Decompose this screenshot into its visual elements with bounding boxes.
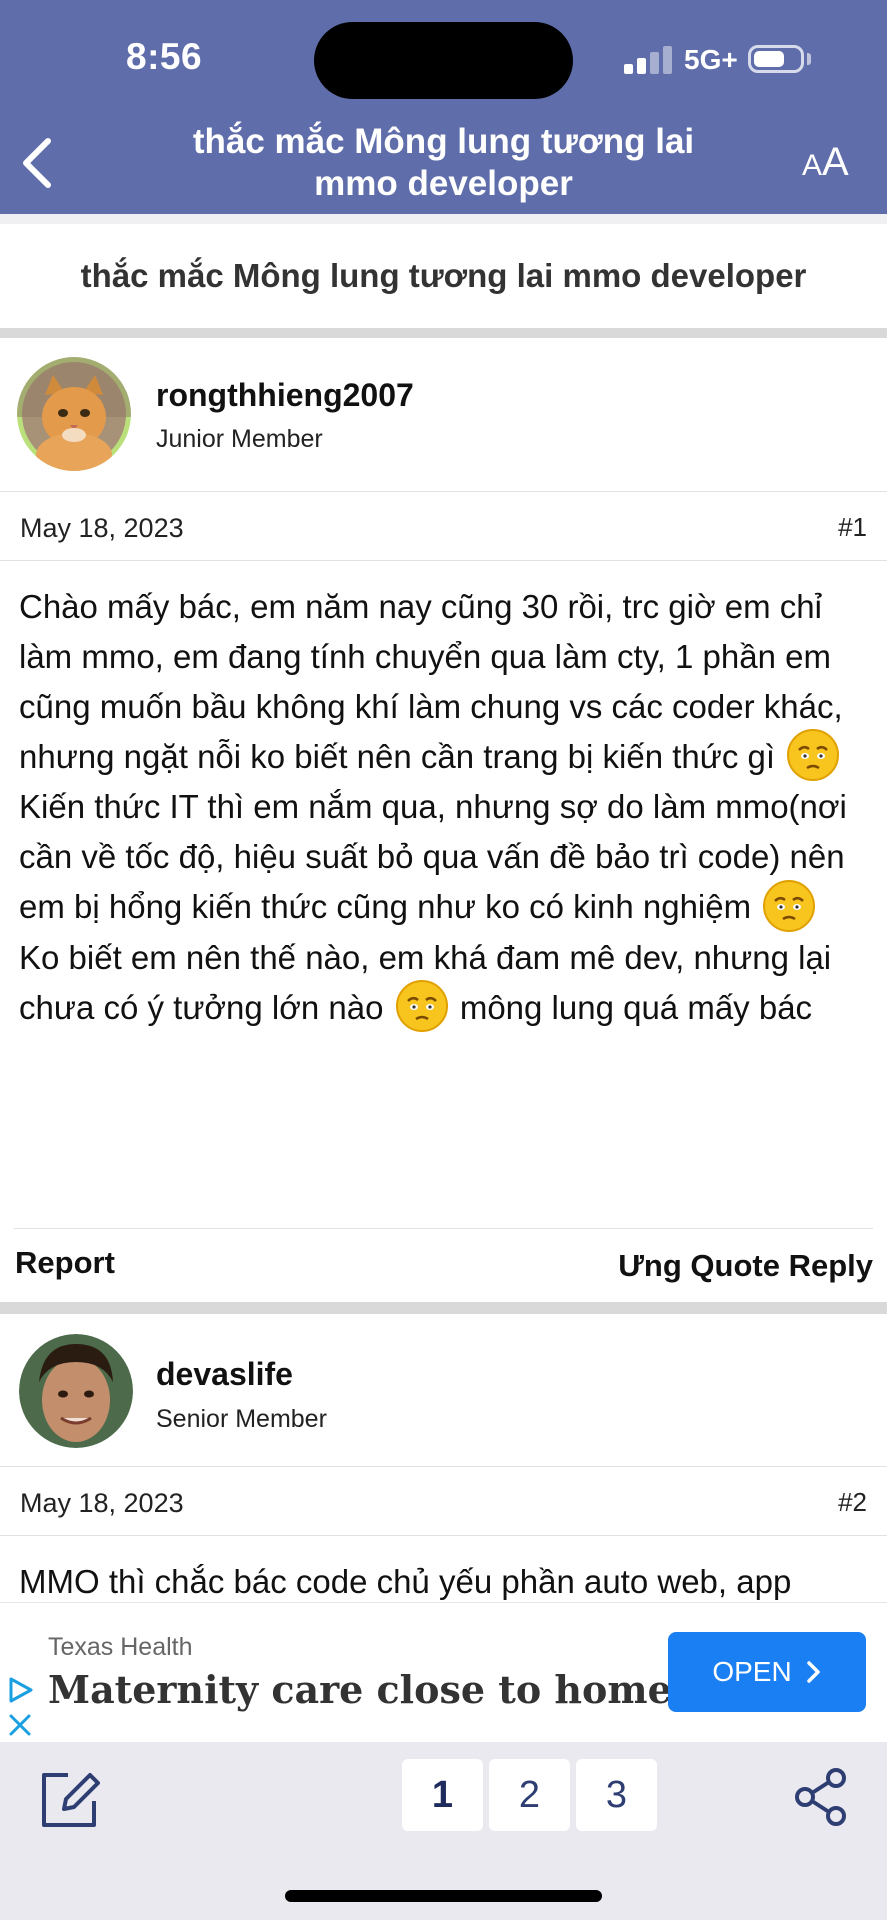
post-text: Chào mấy bác, em năm nay cũng 30 rồi, tr… xyxy=(19,588,843,775)
divider xyxy=(0,1302,887,1314)
ad-sponsor: Texas Health xyxy=(48,1633,193,1661)
share-icon[interactable] xyxy=(793,1766,849,1828)
dynamic-island xyxy=(314,22,573,99)
page-button-3[interactable]: 3 xyxy=(576,1759,657,1831)
like-quote-reply-buttons[interactable]: Ưng Quote Reply xyxy=(618,1248,873,1284)
post-text: Kiến thức IT thì em nắm qua, nhưng sợ do… xyxy=(19,788,847,926)
back-chevron-icon[interactable] xyxy=(14,133,64,193)
header-title: thắc mắc Mông lung tương lai mmo develop… xyxy=(192,122,695,203)
emoji-worried-icon xyxy=(787,729,840,782)
post-paragraph: Chào mấy bác, em năm nay cũng 30 rồi, tr… xyxy=(19,582,871,782)
app-header: 8:56 5G+ thắc mắc Mông lung tương lai mm… xyxy=(0,0,887,214)
post-username[interactable]: rongthhieng2007 xyxy=(156,377,414,414)
bottom-toolbar: 1 2 3 xyxy=(0,1742,887,1920)
post-paragraph: Ko biết em nên thế nào, em khá đam mê de… xyxy=(19,933,871,1033)
ad-headline[interactable]: Maternity care close to home xyxy=(48,1667,672,1712)
close-icon[interactable] xyxy=(8,1713,32,1737)
post-body: Chào mấy bác, em năm nay cũng 30 rồi, tr… xyxy=(19,582,871,1033)
page-button-2[interactable]: 2 xyxy=(489,1759,570,1831)
emoji-worried-icon xyxy=(395,979,448,1032)
font-size-button[interactable]: AA xyxy=(802,140,849,185)
chevron-right-icon xyxy=(806,1661,820,1683)
divider xyxy=(0,560,887,561)
post-text-after: mông lung quá mấy bác xyxy=(450,988,813,1026)
cat-avatar-image xyxy=(17,357,131,471)
post-user-role: Senior Member xyxy=(156,1405,327,1433)
emoji-worried-icon xyxy=(763,879,816,932)
post-username[interactable]: devaslife xyxy=(156,1356,293,1393)
post-number[interactable]: #2 xyxy=(838,1487,867,1518)
status-time: 8:56 xyxy=(126,36,203,77)
post-user-role: Junior Member xyxy=(156,425,323,453)
post-body: MMO thì chắc bác code chủ yếu phần auto … xyxy=(19,1563,792,1600)
divider xyxy=(14,1228,873,1229)
ad-open-label: OPEN xyxy=(712,1656,792,1687)
cellular-signal-icon xyxy=(624,44,672,74)
avatar[interactable] xyxy=(17,357,131,471)
thread-title: thắc mắc Mông lung tương lai mmo develop… xyxy=(80,257,807,294)
ad-banner[interactable]: Texas Health Maternity care close to hom… xyxy=(0,1602,887,1742)
font-big-a: A xyxy=(822,140,849,184)
post-date: May 18, 2023 xyxy=(20,1488,184,1518)
ad-open-button[interactable]: OPEN xyxy=(668,1632,866,1712)
font-small-a: A xyxy=(802,149,823,182)
divider xyxy=(0,491,887,492)
report-button[interactable]: Report xyxy=(15,1245,115,1281)
home-indicator[interactable] xyxy=(285,1890,602,1902)
divider xyxy=(0,328,887,338)
ad-choices-icon[interactable] xyxy=(6,1676,34,1704)
divider xyxy=(0,1535,887,1536)
pagination: 1 2 3 xyxy=(402,1759,657,1831)
page-button-1[interactable]: 1 xyxy=(402,1759,483,1831)
header-gap xyxy=(0,214,887,224)
network-type: 5G+ xyxy=(684,44,738,75)
avatar[interactable] xyxy=(19,1334,133,1448)
battery-icon xyxy=(748,45,804,73)
divider xyxy=(0,1466,887,1467)
post-paragraph: Kiến thức IT thì em nắm qua, nhưng sợ do… xyxy=(19,782,871,932)
man-avatar-image xyxy=(19,1334,133,1448)
post-date: May 18, 2023 xyxy=(20,513,184,543)
post-number[interactable]: #1 xyxy=(838,512,867,543)
battery-tip xyxy=(807,53,811,65)
compose-icon[interactable] xyxy=(38,1769,100,1831)
